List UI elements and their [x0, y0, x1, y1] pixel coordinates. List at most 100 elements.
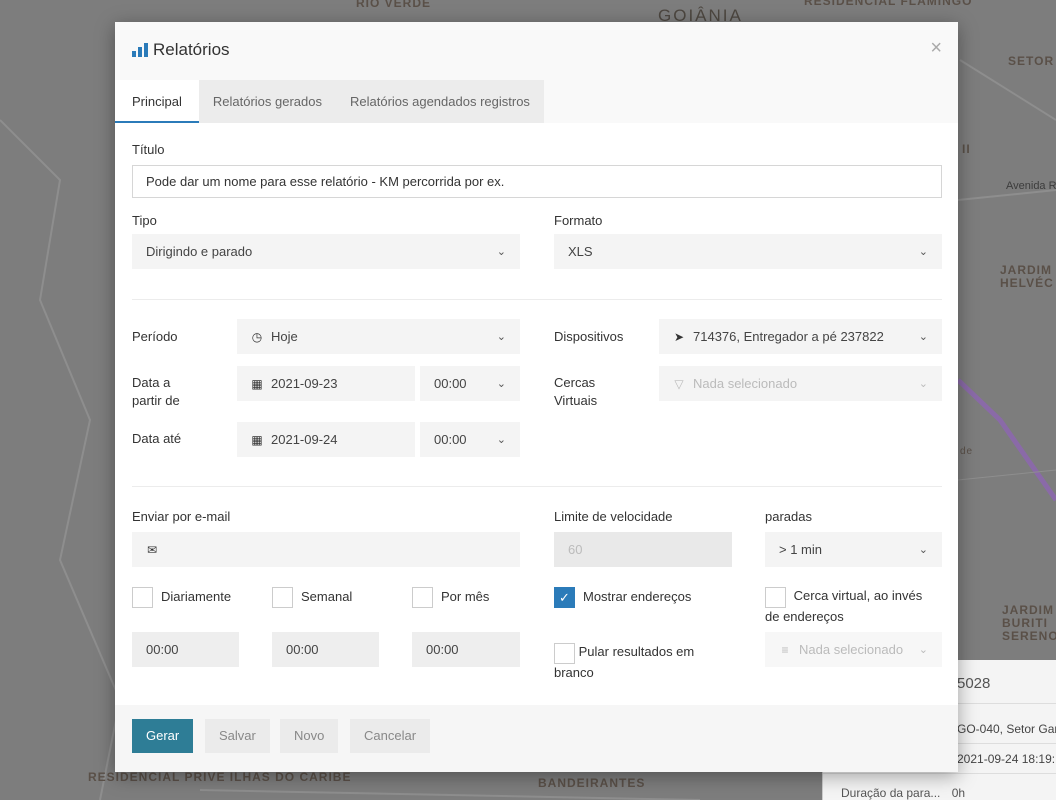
divider [132, 486, 942, 487]
format-label: Formato [554, 213, 603, 228]
chevron-down-icon: ⌄ [496, 434, 506, 446]
clock-icon: ◷ [251, 329, 263, 344]
weekly-label: Semanal [301, 589, 353, 604]
geofence-instead-checkbox[interactable]: Cerca virtual, ao invés de endereços [765, 587, 945, 626]
chevron-down-icon: ⌄ [496, 246, 506, 258]
type-select-value: Dirigindo e parado [146, 244, 253, 259]
tab-generated-reports[interactable]: Relatórios gerados [198, 80, 336, 123]
stops-select[interactable]: > 1 min ⌄ [765, 532, 942, 567]
bar-chart-icon [132, 43, 148, 57]
monthly-time-input[interactable]: 00:00 [412, 632, 520, 667]
geofences-label-line-2: Virtuais [554, 393, 598, 408]
map-label: JARDIM HELVÉC [1000, 263, 1054, 290]
modal-footer: Gerar Salvar Novo Cancelar [115, 705, 958, 772]
reports-modal: Relatórios × Principal Relatórios gerado… [115, 22, 958, 772]
geofence-instead-select[interactable]: ≡ Nada selecionado ⌄ [765, 632, 942, 667]
map-label: RESIDENCIAL PRIVÊ ILHAS DO CARIBE [88, 770, 352, 784]
list-icon: ≡ [781, 642, 789, 657]
checkbox-box[interactable] [765, 587, 786, 608]
checkbox-box[interactable] [412, 587, 433, 608]
modal-header: Relatórios × [115, 22, 958, 80]
weekly-time-input[interactable]: 00:00 [272, 632, 379, 667]
type-label: Tipo [132, 213, 157, 228]
generate-button[interactable]: Gerar [132, 719, 194, 753]
show-addresses-label: Mostrar endereços [583, 589, 692, 604]
checkbox-box[interactable] [272, 587, 293, 608]
format-select-value: XLS [568, 244, 593, 259]
title-label: Título [132, 142, 165, 157]
location-arrow-icon: ➤ [673, 329, 685, 344]
checkbox-box[interactable] [132, 587, 153, 608]
chevron-down-icon: ⌄ [918, 246, 928, 258]
panel-duration: Duração da para... 0h [823, 778, 1056, 800]
date-to-time-select[interactable]: 00:00 ⌄ [420, 422, 520, 457]
map-label: BANDEIRANTES [538, 776, 646, 790]
chevron-down-icon: ⌄ [918, 644, 928, 656]
period-select-value: Hoje [271, 329, 298, 344]
panel-duration-value: 0h [951, 786, 966, 800]
geofence-icon: ▽ [674, 376, 684, 391]
type-select[interactable]: Dirigindo e parado ⌄ [132, 234, 520, 269]
geofence-instead-label-2: de endereços [765, 609, 844, 624]
tab-principal[interactable]: Principal [115, 80, 199, 123]
modal-title-text: Relatórios [153, 40, 230, 59]
date-to-input[interactable]: ▦ 2021-09-24 [237, 422, 415, 457]
geofence-instead-value: Nada selecionado [799, 642, 904, 657]
geofences-select[interactable]: ▽ Nada selecionado ⌄ [659, 366, 942, 401]
geofence-instead-label-1: Cerca virtual, ao invés [793, 588, 923, 603]
weekly-checkbox[interactable]: Semanal [272, 587, 352, 608]
speed-limit-value: 60 [568, 542, 583, 557]
map-label: de [960, 446, 974, 457]
divider [132, 299, 942, 300]
email-input[interactable]: ✉ [132, 532, 520, 567]
modal-title: Relatórios [132, 40, 230, 60]
format-select[interactable]: XLS ⌄ [554, 234, 942, 269]
panel-duration-label: Duração da para... [841, 786, 941, 800]
close-icon[interactable]: × [930, 38, 942, 58]
map-label: RIO VERDE [356, 0, 432, 10]
geofences-label-line-1: Cercas [554, 375, 596, 390]
daily-time-input[interactable]: 00:00 [132, 632, 239, 667]
date-from-label: Data a partir de [132, 374, 180, 410]
devices-select[interactable]: ➤ 714376, Entregador a pé 237822 ⌄ [659, 319, 942, 354]
show-addresses-checkbox[interactable]: ✓ Mostrar endereços [554, 587, 691, 608]
cancel-button[interactable]: Cancelar [350, 719, 431, 753]
map-label: II [962, 142, 971, 156]
check-icon[interactable]: ✓ [554, 587, 575, 608]
checkbox-box[interactable] [554, 643, 575, 664]
new-button[interactable]: Novo [280, 719, 339, 753]
speed-limit-input[interactable]: 60 [554, 532, 732, 567]
date-from-time-value: 00:00 [434, 376, 467, 391]
devices-label: Dispositivos [554, 329, 624, 344]
date-from-input[interactable]: ▦ 2021-09-23 [237, 366, 415, 401]
envelope-icon: ✉ [146, 542, 158, 557]
date-from-time-select[interactable]: 00:00 ⌄ [420, 366, 520, 401]
skip-blank-label-2: branco [554, 665, 594, 680]
monthly-time-value: 00:00 [426, 642, 459, 657]
daily-label: Diariamente [161, 589, 232, 604]
weekly-time-value: 00:00 [286, 642, 319, 657]
daily-time-value: 00:00 [146, 642, 179, 657]
tabs: Principal Relatórios gerados Relatórios … [115, 80, 544, 123]
map-label: JARDIM BURITI SERENO [1002, 603, 1056, 643]
chevron-down-icon: ⌄ [918, 378, 928, 390]
map-label: RESIDENCIAL FLAMINGO [804, 0, 973, 8]
stops-label: paradas [765, 509, 812, 524]
save-button[interactable]: Salvar [205, 719, 270, 753]
chevron-down-icon: ⌄ [918, 331, 928, 343]
date-to-time-value: 00:00 [434, 432, 467, 447]
chevron-down-icon: ⌄ [496, 331, 506, 343]
chevron-down-icon: ⌄ [496, 378, 506, 390]
period-select[interactable]: ◷ Hoje ⌄ [237, 319, 520, 354]
geofences-label: Cercas Virtuais [554, 374, 597, 410]
skip-blank-checkbox[interactable]: Pular resultados em branco [554, 643, 734, 682]
tab-scheduled-reports[interactable]: Relatórios agendados registros [335, 80, 544, 123]
date-from-label-line-2: partir de [132, 393, 180, 408]
title-input[interactable] [132, 165, 942, 198]
daily-checkbox[interactable]: Diariamente [132, 587, 231, 608]
skip-blank-label-1: Pular resultados em [578, 644, 695, 659]
geofences-select-value: Nada selecionado [693, 376, 798, 391]
calendar-icon: ▦ [251, 376, 263, 391]
monthly-checkbox[interactable]: Por mês [412, 587, 489, 608]
date-to-label: Data até [132, 431, 182, 446]
